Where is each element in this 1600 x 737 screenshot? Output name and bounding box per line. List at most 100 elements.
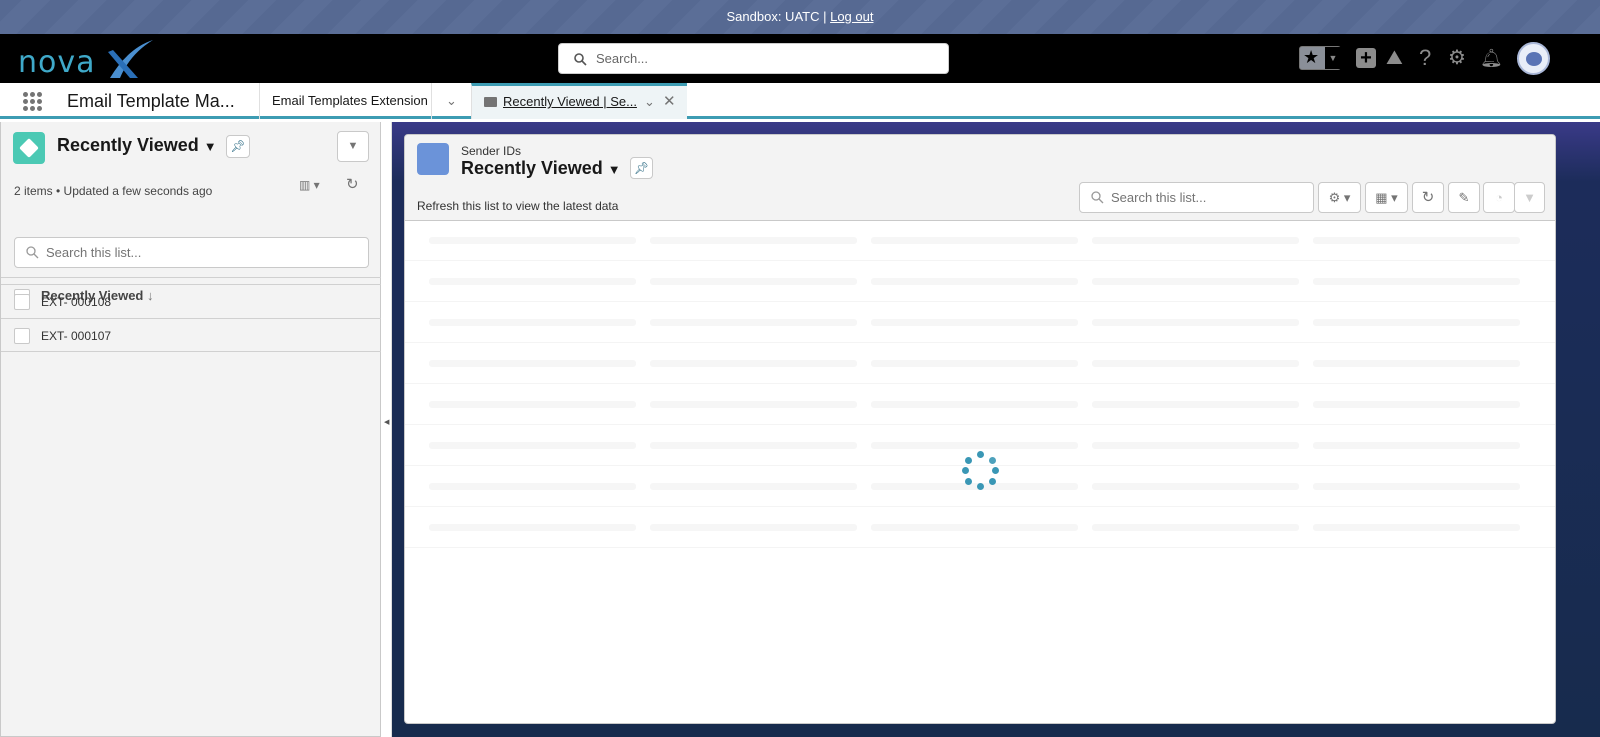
trailhead-icon[interactable]: ⛰ <box>1386 47 1403 69</box>
refresh-icon[interactable]: ↻ <box>346 175 359 193</box>
skeleton-cell <box>1092 319 1299 326</box>
collapse-arrow-icon: ◀ <box>384 419 390 426</box>
chart-button[interactable]: ◔ <box>1483 182 1515 213</box>
skeleton-cell <box>871 442 1078 449</box>
skeleton-cell <box>429 319 636 326</box>
skeleton-cell <box>1313 483 1520 490</box>
list-search-input[interactable]: Search this list... <box>14 237 369 268</box>
skeleton-cell <box>1092 483 1299 490</box>
skeleton-cell <box>1092 442 1299 449</box>
list-view-title[interactable]: Recently Viewed ▼ <box>461 158 621 179</box>
skeleton-cell <box>650 278 857 285</box>
skeleton-cell <box>1092 524 1299 531</box>
list-actions-menu-button[interactable]: ▼ <box>337 131 369 162</box>
row-checkbox[interactable] <box>14 328 30 344</box>
refresh-hint: Refresh this list to view the latest dat… <box>417 199 619 213</box>
list-item[interactable]: EXT- 000108 <box>1 284 381 318</box>
skeleton-cell <box>1313 278 1520 285</box>
logout-link[interactable]: Log out <box>830 9 873 24</box>
search-placeholder: Search... <box>596 51 649 66</box>
skeleton-cell <box>1313 237 1520 244</box>
skeleton-cell <box>1313 401 1520 408</box>
edit-list-button[interactable]: ✎ <box>1448 182 1480 213</box>
skeleton-cell <box>429 483 636 490</box>
skeleton-cell <box>871 278 1078 285</box>
tab-email-templates-extension[interactable]: Email Templates Extension <box>259 83 431 119</box>
skeleton-cell <box>871 401 1078 408</box>
skeleton-cell <box>650 401 857 408</box>
skeleton-cell <box>650 360 857 367</box>
refresh-button[interactable]: ↻ <box>1412 182 1444 213</box>
search-icon <box>26 246 39 259</box>
tab-bar: Email Template Ma... Email Templates Ext… <box>0 83 1600 119</box>
skeleton-cell <box>429 278 636 285</box>
skeleton-cell <box>650 483 857 490</box>
list-item[interactable]: EXT- 000107 <box>1 318 381 352</box>
skeleton-cell <box>429 524 636 531</box>
help-icon[interactable]: ? <box>1419 47 1431 69</box>
novax-logo[interactable]: nova <box>18 38 158 80</box>
chevron-down-icon: ▼ <box>1325 47 1341 69</box>
skeleton-cell <box>1313 524 1520 531</box>
skeleton-cell <box>429 237 636 244</box>
skeleton-cell <box>1092 237 1299 244</box>
avatar[interactable] <box>1517 42 1550 75</box>
row-checkbox[interactable] <box>14 294 30 310</box>
pin-button[interactable]: 📌︎ <box>226 135 250 158</box>
list-view-card: Sender IDs Recently Viewed ▼ 📌︎ Refresh … <box>404 134 1556 724</box>
app-launcher-icon[interactable] <box>23 92 43 112</box>
skeleton-cell <box>1092 278 1299 285</box>
list-settings-button[interactable]: ⚙︎ ▾ <box>1318 182 1361 213</box>
sandbox-banner: Sandbox: UATC | Log out <box>0 0 1600 34</box>
list-view-title[interactable]: Recently Viewed ▼ <box>57 135 217 156</box>
favorites-star-icon: ★ <box>1303 47 1320 67</box>
skeleton-cell <box>429 360 636 367</box>
skeleton-cell <box>871 319 1078 326</box>
skeleton-cell <box>650 442 857 449</box>
app-name: Email Template Ma... <box>67 91 235 111</box>
sandbox-label: Sandbox: UATC | <box>726 9 831 24</box>
global-header: nova Search... ★ ▼ + ⛰ ? ⚙ 🔔︎ <box>0 34 1600 83</box>
search-icon <box>1091 191 1104 204</box>
list-status: 2 items • Updated a few seconds ago <box>14 184 213 198</box>
skeleton-cell <box>429 401 636 408</box>
display-as-button[interactable]: ▥ ▾ <box>299 178 320 192</box>
skeleton-cell <box>871 237 1078 244</box>
close-icon[interactable]: ✕ <box>663 86 676 117</box>
list-icon <box>484 97 497 107</box>
search-icon <box>574 53 587 66</box>
notification-bell-icon[interactable]: 🔔︎ <box>1480 47 1503 69</box>
sender-ids-object-icon <box>417 143 449 175</box>
svg-text:nova: nova <box>18 45 96 80</box>
global-search-input[interactable]: Search... <box>558 43 949 74</box>
chevron-down-icon[interactable]: ⌄ <box>644 86 655 117</box>
list-search-input[interactable]: Search this list... <box>1079 182 1314 213</box>
skeleton-cell <box>871 483 1078 490</box>
skeleton-cell <box>1092 401 1299 408</box>
add-icon[interactable]: + <box>1356 48 1376 68</box>
filter-button[interactable]: ▼ <box>1514 182 1545 213</box>
tab-label: Email Templates Extension <box>272 93 428 108</box>
skeleton-cell <box>429 442 636 449</box>
skeleton-cell <box>1313 442 1520 449</box>
skeleton-cell <box>650 524 857 531</box>
skeleton-cell <box>1313 360 1520 367</box>
pin-button[interactable]: 📌︎ <box>630 157 653 179</box>
caret-down-icon: ▼ <box>607 162 621 177</box>
skeleton-cell <box>1092 360 1299 367</box>
favorites-button[interactable]: ★ ▼ <box>1299 46 1341 70</box>
skeleton-cell <box>1313 319 1520 326</box>
list-object-icon <box>13 132 45 164</box>
tab-recently-viewed-sender-ids[interactable]: Recently Viewed | Se... ⌄ ✕ <box>471 83 687 119</box>
object-name: Sender IDs <box>461 144 522 158</box>
tab-label: Recently Viewed | Se... <box>503 94 637 109</box>
caret-down-icon: ▼ <box>203 139 217 154</box>
split-view-toggle[interactable]: ◀ <box>381 122 392 737</box>
display-as-table-button[interactable]: ▦ ▾ <box>1365 182 1408 213</box>
skeleton-cell <box>650 237 857 244</box>
split-view-list: Recently Viewed ▼ 📌︎ ▼ 2 items • Updated… <box>0 122 381 737</box>
setup-gear-icon[interactable]: ⚙ <box>1448 47 1466 69</box>
skeleton-cell <box>871 360 1078 367</box>
nav-menu-chevron[interactable]: ⌄ <box>431 83 471 119</box>
skeleton-cell <box>650 319 857 326</box>
